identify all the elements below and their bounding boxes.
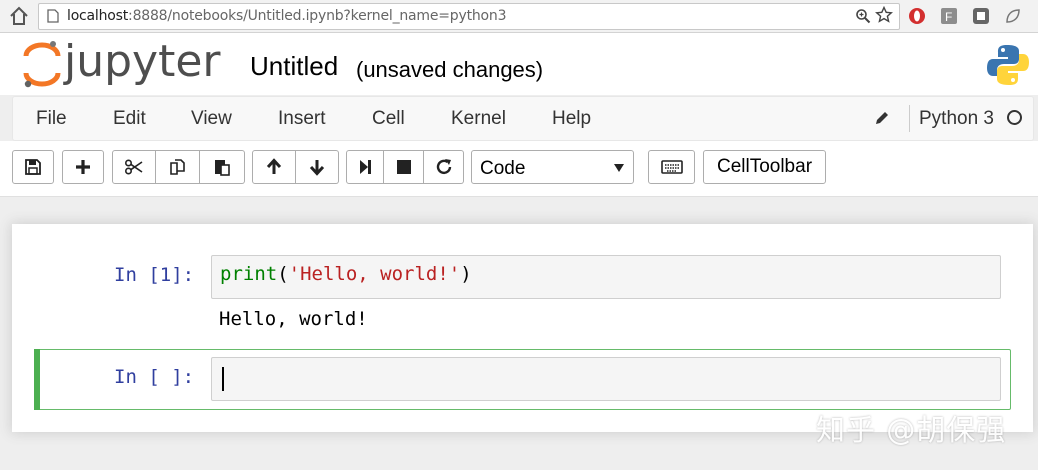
paste-button[interactable]	[200, 150, 245, 184]
code-line: print('Hello, world!')	[220, 263, 472, 285]
notebook-container: In [1]: print('Hello, world!') Hello, wo…	[12, 224, 1033, 432]
menu-file[interactable]: File	[36, 108, 67, 130]
url-path: :8888/notebooks/Untitled.ipynb?kernel_na…	[128, 8, 507, 24]
code-paren-close: )	[460, 263, 472, 285]
zoom-icon[interactable]	[855, 8, 871, 24]
kernel-idle-indicator	[1007, 110, 1022, 125]
jupyter-header: jupyter Untitled (unsaved changes)	[0, 33, 1038, 95]
code-cell-input[interactable]: print('Hello, world!')	[211, 255, 1001, 299]
kernel-divider	[909, 105, 910, 132]
arrow-down-icon	[309, 160, 325, 176]
menu-edit[interactable]: Edit	[113, 108, 146, 130]
celltoolbar-label: CellToolbar	[716, 156, 813, 177]
jupyter-logo[interactable]: jupyter	[22, 40, 227, 90]
scissors-icon	[124, 159, 143, 175]
save-icon	[25, 159, 41, 175]
page-icon	[47, 9, 59, 23]
menu-kernel[interactable]: Kernel	[451, 108, 506, 130]
code-paren-open: (	[277, 263, 289, 285]
python-logo-icon	[987, 45, 1029, 85]
input-prompt: In [ ]:	[114, 366, 195, 388]
copy-button[interactable]	[156, 150, 200, 184]
kernel-name[interactable]: Python 3	[919, 108, 994, 130]
url-host: localhost	[67, 8, 129, 24]
svg-text:F: F	[945, 10, 952, 24]
refresh-icon	[436, 159, 451, 175]
interrupt-kernel-button[interactable]	[384, 150, 424, 184]
menu-help[interactable]: Help	[552, 108, 591, 130]
url-text: localhost:8888/notebooks/Untitled.ipynb?…	[67, 8, 506, 24]
selected-cell-bar	[34, 349, 40, 410]
insert-cell-button[interactable]	[62, 150, 104, 184]
save-status: (unsaved changes)	[356, 57, 544, 82]
arrow-up-icon	[266, 158, 282, 174]
selected-code-cell[interactable]: In [ ]:	[34, 349, 1011, 410]
url-field[interactable]: localhost:8888/notebooks/Untitled.ipynb?…	[38, 3, 900, 30]
celltoolbar-button[interactable]: CellToolbar	[703, 150, 826, 184]
move-up-button[interactable]	[252, 150, 296, 184]
chevron-down-icon	[614, 164, 624, 172]
opera-extension-icon[interactable]	[908, 7, 926, 25]
text-cursor	[222, 367, 224, 391]
extension-icon[interactable]	[972, 7, 990, 25]
f-extension-icon[interactable]: F	[940, 7, 958, 25]
browser-address-bar: localhost:8888/notebooks/Untitled.ipynb?…	[0, 0, 1038, 33]
input-prompt: In [1]:	[114, 264, 195, 286]
notebook-title[interactable]: Untitled	[250, 51, 338, 82]
cell-output: Hello, world!	[219, 308, 368, 330]
cell-type-value: Code	[480, 158, 526, 179]
cell-type-select[interactable]: Code	[471, 150, 634, 184]
save-button[interactable]	[12, 150, 54, 184]
stop-icon	[396, 160, 411, 174]
home-icon[interactable]	[8, 5, 30, 27]
jupyter-logo-text: jupyter	[63, 40, 221, 87]
copy-icon	[169, 159, 185, 175]
leaf-extension-icon[interactable]	[1004, 7, 1022, 25]
move-down-button[interactable]	[296, 150, 339, 184]
code-function: print	[220, 263, 278, 285]
menu-view[interactable]: View	[191, 108, 232, 130]
step-forward-icon	[360, 160, 371, 174]
menu-insert[interactable]: Insert	[278, 108, 326, 130]
code-cell-input[interactable]	[211, 357, 1001, 401]
menubar: File Edit View Insert Cell Kernel Help P…	[12, 96, 1034, 141]
pencil-icon[interactable]	[873, 109, 891, 127]
command-palette-button[interactable]	[648, 150, 695, 184]
code-string: 'Hello, world!'	[288, 263, 461, 285]
run-cell-button[interactable]	[346, 150, 384, 184]
plus-icon	[76, 160, 90, 174]
cut-button[interactable]	[112, 150, 156, 184]
bookmark-star-icon[interactable]	[875, 6, 893, 24]
keyboard-icon	[660, 160, 683, 174]
restart-kernel-button[interactable]	[424, 150, 464, 184]
toolbar: Code CellToolbar	[0, 141, 1038, 197]
watermark: 知乎 @胡保强	[816, 413, 1007, 447]
paste-icon	[215, 160, 230, 176]
menu-cell[interactable]: Cell	[372, 108, 405, 130]
